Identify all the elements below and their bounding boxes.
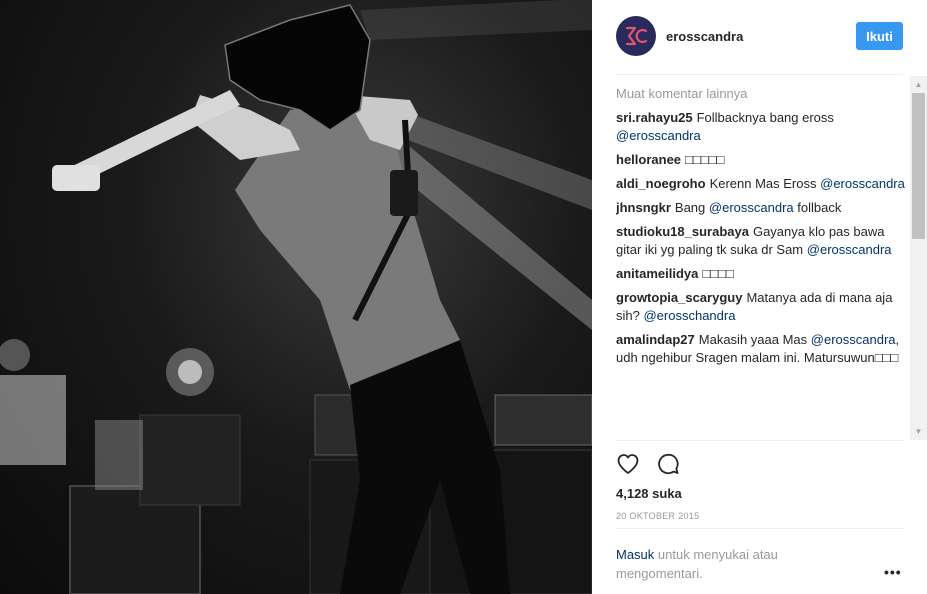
comment-mention-link[interactable]: @erosscandra [811,332,896,347]
post-header: erosscandra Ikuti [592,0,927,74]
post-panel: erosscandra Ikuti Muat komentar lainnya … [592,0,927,594]
comments-divider [616,440,903,441]
header-divider [616,74,903,75]
more-options-button[interactable]: ••• [884,564,902,580]
comment-username-link[interactable]: growtopia_scaryguy [616,290,742,305]
concert-photo-illustration [0,0,592,594]
comment-username-link[interactable]: sri.rahayu25 [616,110,693,125]
comment-text: Makasih yaaa Mas [698,332,808,347]
login-link[interactable]: Masuk [616,547,654,562]
comment-username-link[interactable]: aldi_noegroho [616,176,706,191]
follow-button[interactable]: Ikuti [856,22,903,50]
login-prompt: Masuk untuk menyukai atau mengomentari. [616,545,836,583]
heart-outline-icon[interactable] [616,452,640,476]
comment-username-link[interactable]: jhnsngkr [616,200,671,215]
comment-item: aldi_noegroho Kerenn Mas Eross @erosscand… [616,175,906,193]
post-date: 20 OKTOBER 2015 [616,511,700,521]
action-bar [616,452,680,478]
comments-list[interactable]: Muat komentar lainnya sri.rahayu25 Follba… [616,86,906,440]
triangle-up-icon[interactable]: ▲ [910,76,927,93]
comment-mention-link[interactable]: @erosscandra [616,128,701,143]
comment-mention-link[interactable]: @erosscandra [709,200,794,215]
comment-item: studioku18_surabaya Gayanya klo pas bawa … [616,223,906,259]
comment-item: helloranee □□□□□ [616,151,906,169]
comment-item: anitameilidya □□□□ [616,265,906,283]
speech-bubble-icon[interactable] [656,452,680,476]
comments-scrollbar[interactable]: ▲ ▼ [910,76,927,440]
triangle-down-icon[interactable]: ▼ [910,423,927,440]
comment-item: growtopia_scaryguy Matanya ada di mana aj… [616,289,906,325]
scrollbar-thumb[interactable] [912,93,925,239]
comment-item: amalindap27 Makasih yaaa Mas @erosscandra… [616,331,906,367]
ec-logo-icon [625,26,648,46]
comment-text-after: follback [797,200,842,215]
comment-text: Follbacknya bang eross [696,110,834,125]
comment-username-link[interactable]: helloranee [616,152,681,167]
footer-divider [616,528,903,529]
comment-text: Bang [674,200,706,215]
comment-item: jhnsngkr Bang @erosscandra follback [616,199,906,217]
username-link[interactable]: erosscandra [666,29,743,44]
comment-item: sri.rahayu25 Follbacknya bang eross @eros… [616,109,906,145]
load-more-comments-link[interactable]: Muat komentar lainnya [616,86,906,101]
comment-text: □□□□ [702,266,734,281]
comment-username-link[interactable]: studioku18_surabaya [616,224,749,239]
avatar[interactable] [616,16,656,56]
comment-mention-link[interactable]: @erosscandra [820,176,905,191]
comment-username-link[interactable]: anitameilidya [616,266,698,281]
post-photo [0,0,592,594]
likes-count[interactable]: 4,128 suka [616,486,682,501]
comment-text: □□□□□ [685,152,725,167]
comment-text: Kerenn Mas Eross [709,176,817,191]
comment-username-link[interactable]: amalindap27 [616,332,695,347]
comment-mention-link[interactable]: @erosscandra [807,242,892,257]
comment-mention-link[interactable]: @erosschandra [643,308,735,323]
